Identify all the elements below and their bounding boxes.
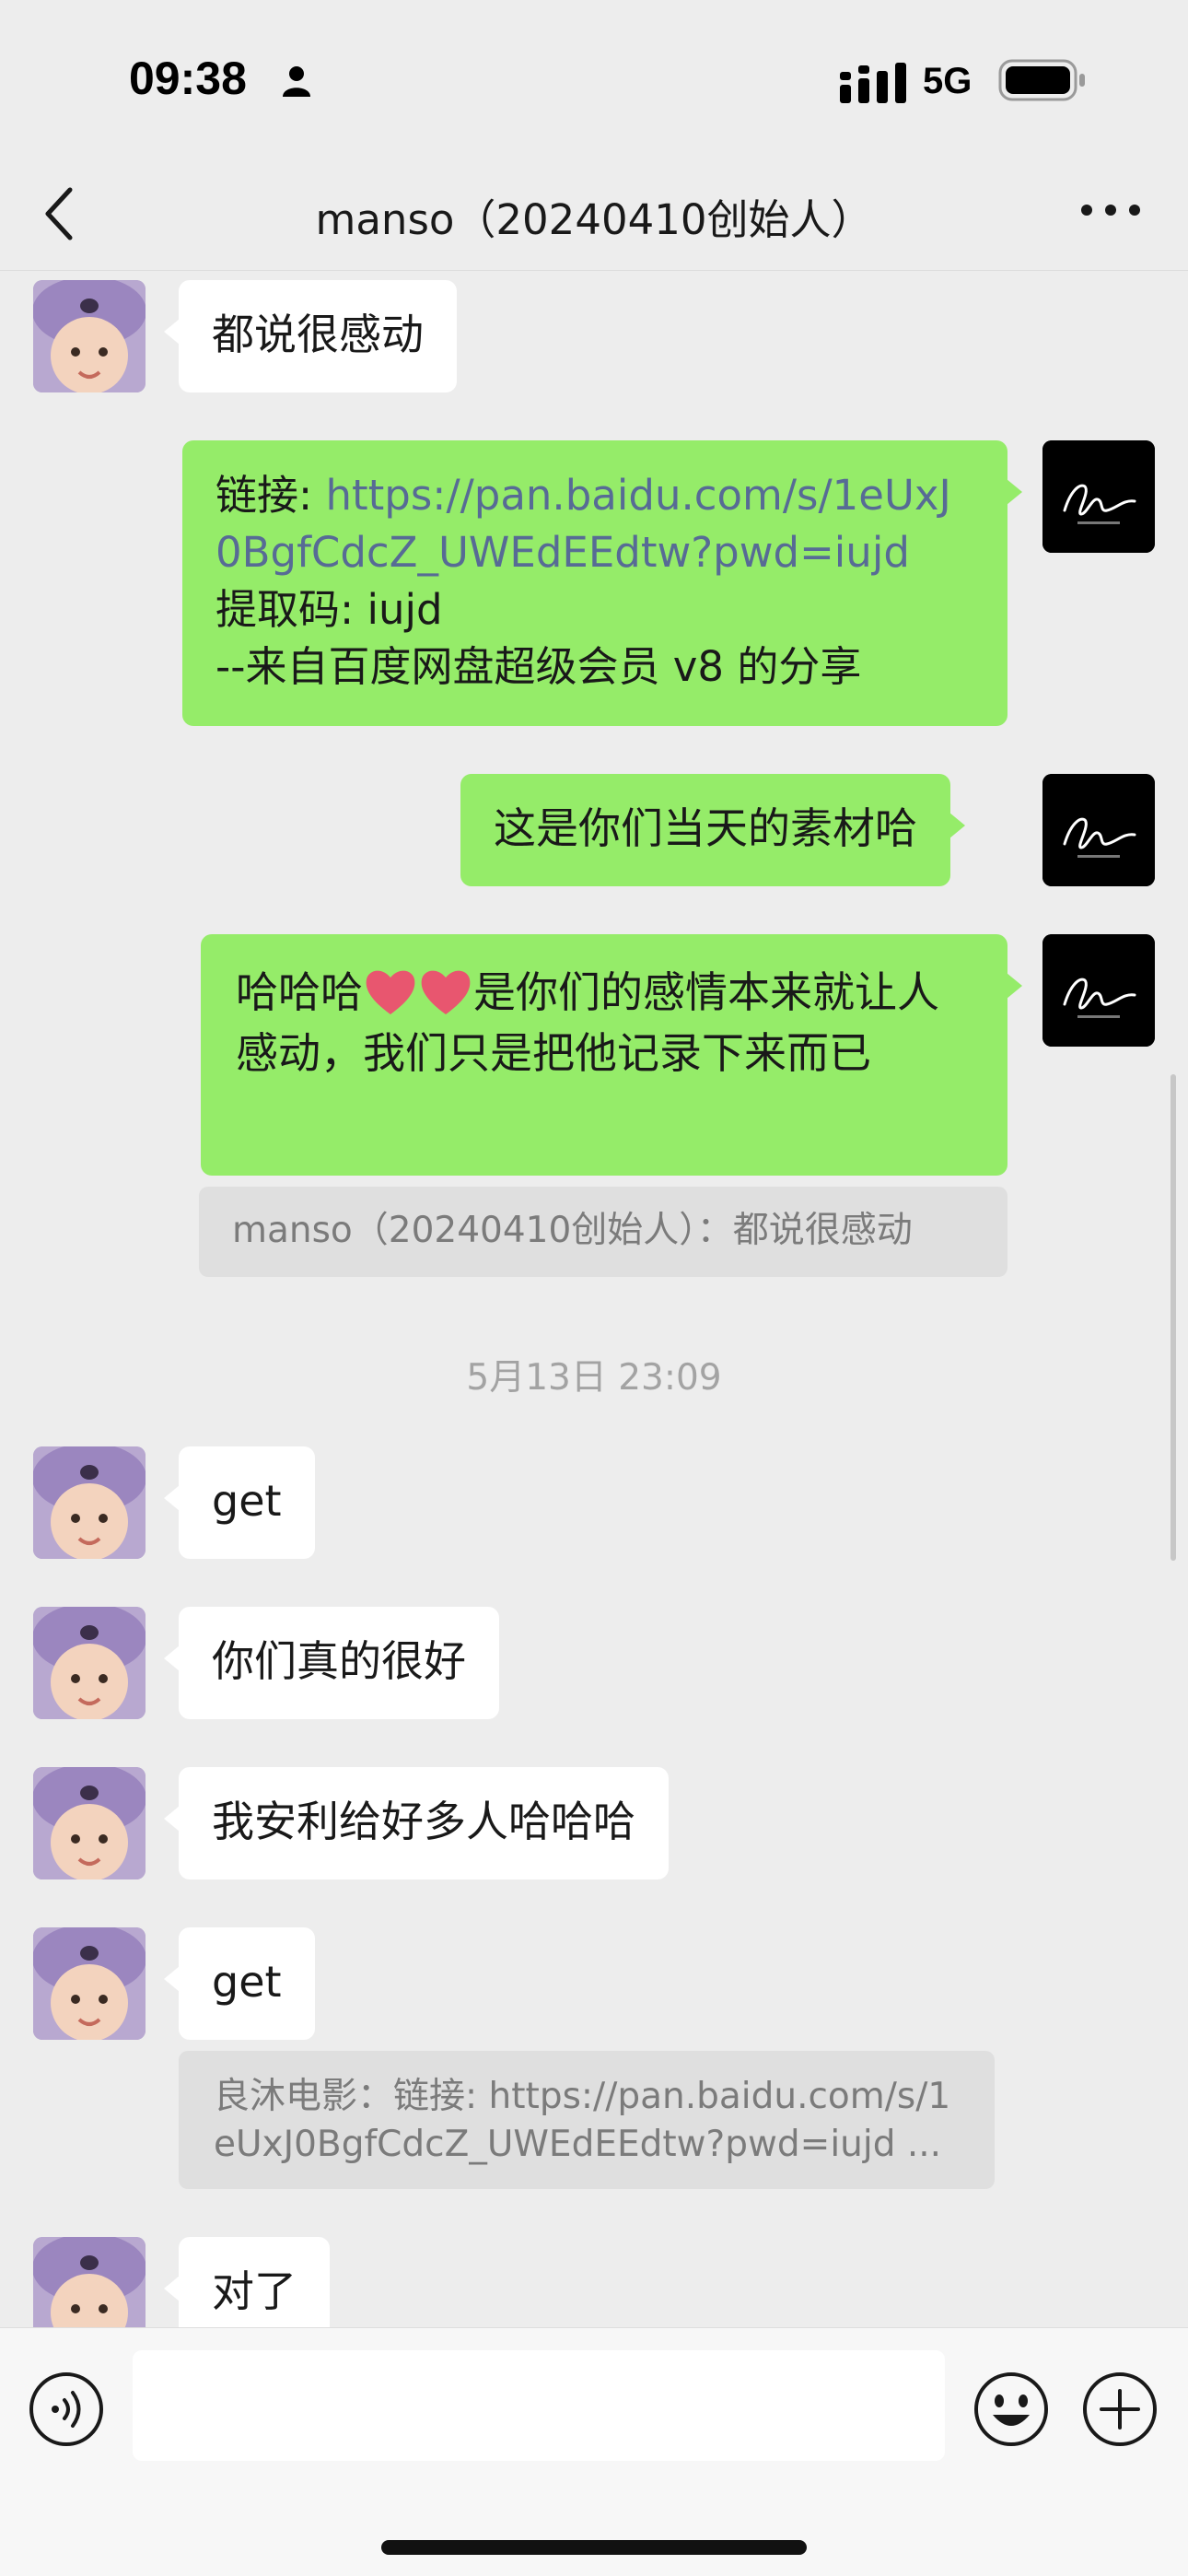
contact-avatar[interactable] [33, 1446, 146, 1559]
timestamp: 5月13日 23:09 [466, 1357, 722, 1399]
message-text: get [212, 1476, 282, 1526]
share-link[interactable]: https://pan.baidu.com/s/1eUxJ0BgfCdcZ_UW… [215, 471, 951, 577]
contact-avatar[interactable] [33, 280, 146, 392]
message-text: 对了 [212, 2266, 297, 2316]
quote-text: manso（20240410创始人）：都说很感动 [232, 1210, 913, 1251]
battery-icon [998, 59, 1085, 101]
plus-icon[interactable] [1081, 2371, 1159, 2448]
quote-text: eUxJ0BgfCdcZ_UWEdEEdtw?pwd=iujd ... [214, 2124, 942, 2165]
message-text: 你们真的很好 [212, 1636, 466, 1686]
message-text: --来自百度网盘超级会员 v8 的分享 [215, 642, 862, 691]
message-text: 提取码: iujd [215, 585, 443, 634]
heart-icon [366, 970, 415, 1014]
quote-text: 良沐电影：链接: https://pan.baidu.com/s/1 [214, 2076, 951, 2117]
contact-avatar[interactable] [33, 1767, 146, 1879]
home-indicator [381, 2540, 807, 2555]
status-time: 09:38 [129, 53, 247, 104]
message-text: 这是你们当天的素材哈 [494, 803, 917, 853]
status-bar: 09:38 5G [0, 0, 1188, 157]
message-text: get [212, 1957, 282, 2007]
message-bubble-incoming[interactable]: 我安利给好多人哈哈哈 [164, 1767, 669, 1879]
quoted-message[interactable]: 良沐电影：链接: https://pan.baidu.com/s/1 eUxJ0… [179, 2051, 995, 2189]
chat-header: manso（20240410创始人） [0, 157, 1188, 271]
more-dots-icon[interactable] [1077, 199, 1144, 221]
scrollbar[interactable] [1171, 1074, 1176, 1561]
message-text: 哈哈哈 [236, 967, 363, 1017]
heart-icon [421, 970, 471, 1014]
input-bar [0, 2327, 1188, 2576]
emoji-icon[interactable] [973, 2371, 1050, 2448]
message-bubble-incoming[interactable]: 你们真的很好 [164, 1607, 499, 1719]
my-avatar[interactable] [1042, 774, 1155, 886]
person-icon [283, 66, 310, 97]
message-bubble-incoming[interactable]: get [164, 1446, 315, 1559]
message-bubble-incoming[interactable]: 都说很感动 [164, 280, 457, 392]
contact-avatar[interactable] [33, 1927, 146, 2040]
message-input[interactable] [133, 2350, 945, 2461]
signal-icon [840, 63, 906, 103]
quoted-message[interactable]: manso（20240410创始人）：都说很感动 [199, 1187, 1007, 1277]
contact-avatar[interactable] [33, 1607, 146, 1719]
chat-title: manso（20240410创始人） [315, 195, 873, 244]
my-avatar[interactable] [1042, 440, 1155, 553]
message-bubble-outgoing[interactable]: 哈哈哈 是你们的感情本来就让人感动，我们只是把他记录下来而已 [201, 934, 1022, 1176]
voice-icon[interactable] [28, 2371, 105, 2448]
message-text: 我安利给好多人哈哈哈 [212, 1797, 635, 1846]
network-label: 5G [923, 61, 973, 101]
my-avatar[interactable] [1042, 934, 1155, 1047]
link-prefix: 链接: [215, 471, 326, 520]
message-bubble-outgoing[interactable]: 链接: https://pan.baidu.com/s/1eUxJ0BgfCdc… [182, 440, 1022, 726]
message-bubble-incoming[interactable]: get [164, 1927, 315, 2040]
message-bubble-outgoing[interactable]: 这是你们当天的素材哈 [460, 774, 965, 886]
message-text: 都说很感动 [212, 310, 424, 359]
